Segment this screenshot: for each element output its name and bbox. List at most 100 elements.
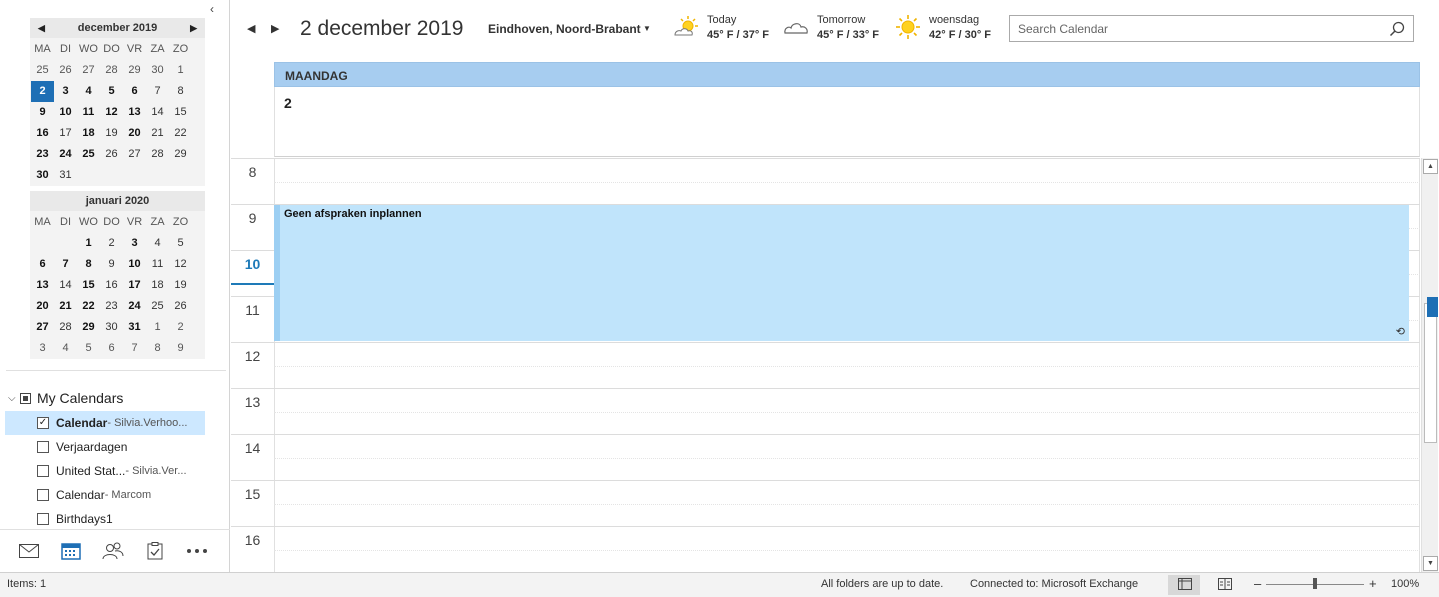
day-cell[interactable]: 28 (54, 317, 77, 338)
day-cell[interactable]: 7 (146, 81, 169, 102)
day-cell[interactable]: 10 (54, 102, 77, 123)
all-day-area[interactable]: 2 (274, 87, 1420, 157)
my-calendars-header[interactable]: ⌵ My Calendars (8, 388, 218, 408)
day-cell[interactable]: 20 (123, 123, 146, 144)
scroll-down-icon[interactable]: ▼ (1423, 556, 1438, 571)
day-cell[interactable]: 14 (146, 102, 169, 123)
day-cell[interactable]: 5 (169, 233, 192, 254)
hour-row[interactable]: 16 (231, 526, 1420, 572)
day-cell[interactable]: 19 (100, 123, 123, 144)
day-cell[interactable]: 26 (100, 144, 123, 165)
day-cell[interactable]: 30 (31, 165, 54, 186)
day-cell[interactable]: 23 (100, 296, 123, 317)
mail-icon[interactable] (8, 531, 50, 571)
calendar-checkbox[interactable] (37, 489, 49, 501)
hour-row[interactable]: 14 (231, 434, 1420, 481)
day-cell[interactable]: 9 (31, 102, 54, 123)
people-icon[interactable] (92, 531, 134, 571)
previous-day-icon[interactable]: ◀ (247, 22, 255, 35)
search-icon[interactable] (1389, 21, 1405, 37)
day-cell[interactable]: 3 (31, 338, 54, 359)
calendar-checkbox[interactable] (37, 441, 49, 453)
day-cell[interactable]: 20 (31, 296, 54, 317)
day-cell[interactable]: 30 (100, 317, 123, 338)
day-cell[interactable]: 8 (146, 338, 169, 359)
location-selector[interactable]: Eindhoven, Noord-Brabant (488, 22, 641, 36)
search-input[interactable]: Search Calendar (1009, 15, 1414, 42)
calendar-list-item[interactable]: Verjaardagen (5, 435, 205, 459)
day-column-header[interactable]: MAANDAG (274, 62, 1420, 87)
hour-row[interactable]: 12 (231, 342, 1420, 389)
day-cell[interactable]: 29 (123, 60, 146, 81)
calendar-checkbox[interactable] (37, 465, 49, 477)
more-icon[interactable] (176, 531, 218, 571)
calendar-list-item[interactable]: ✓ Calendar - Silvia.Verhoo... (5, 411, 205, 435)
appointment[interactable]: Geen afspraken inplannen ⟲ (274, 205, 1409, 341)
day-cell[interactable]: 13 (31, 275, 54, 296)
day-cell[interactable]: 21 (54, 296, 77, 317)
day-cell[interactable]: 16 (100, 275, 123, 296)
day-cell[interactable]: 3 (54, 81, 77, 102)
day-cell[interactable]: 6 (31, 254, 54, 275)
day-cell[interactable]: 15 (77, 275, 100, 296)
day-cell[interactable]: 25 (31, 60, 54, 81)
day-cell[interactable]: 27 (123, 144, 146, 165)
chevron-down-icon[interactable]: ⌵ (8, 393, 20, 404)
day-cell[interactable]: 15 (169, 102, 192, 123)
day-cell[interactable]: 31 (123, 317, 146, 338)
day-cell[interactable]: 30 (146, 60, 169, 81)
day-cell[interactable]: 22 (77, 296, 100, 317)
day-cell[interactable]: 21 (146, 123, 169, 144)
day-cell[interactable]: 31 (54, 165, 77, 186)
day-cell[interactable]: 5 (77, 338, 100, 359)
day-cell[interactable]: 26 (169, 296, 192, 317)
day-cell[interactable]: 27 (31, 317, 54, 338)
calendar-checkbox[interactable]: ✓ (37, 417, 49, 429)
tasks-icon[interactable] (134, 531, 176, 571)
day-cell[interactable]: 8 (77, 254, 100, 275)
scroll-thumb[interactable] (1424, 303, 1437, 443)
day-cell[interactable]: 25 (146, 296, 169, 317)
day-cell[interactable]: 13 (123, 102, 146, 123)
hour-row[interactable]: 13 (231, 388, 1420, 435)
calendar-list-item[interactable]: Calendar - Marcom (5, 483, 205, 507)
day-cell[interactable]: 4 (77, 81, 100, 102)
day-cell[interactable]: 6 (123, 81, 146, 102)
calendar-icon[interactable] (50, 531, 92, 571)
day-cell[interactable]: 3 (123, 233, 146, 254)
day-cell[interactable]: 16 (31, 123, 54, 144)
day-cell[interactable]: 1 (146, 317, 169, 338)
calendar-list-item[interactable]: Birthdays1 (5, 507, 205, 531)
day-cell[interactable]: 18 (146, 275, 169, 296)
time-grid[interactable]: 8 9 10 11 12 13 14 15 16 Geen afspraken inplanne… (231, 158, 1420, 572)
weather-tomorrow[interactable]: Tomorrow 45° F / 33° F (783, 14, 879, 41)
hour-row[interactable]: 8 (231, 158, 1420, 205)
day-cell[interactable]: 25 (77, 144, 100, 165)
zoom-out-button[interactable]: – (1254, 576, 1261, 591)
day-cell[interactable]: 6 (100, 338, 123, 359)
scroll-up-icon[interactable]: ▲ (1423, 159, 1438, 174)
hour-row[interactable]: 15 (231, 480, 1420, 527)
calendar-checkbox[interactable] (37, 513, 49, 525)
day-cell[interactable]: 9 (169, 338, 192, 359)
day-cell[interactable]: 4 (54, 338, 77, 359)
day-cell[interactable]: 17 (54, 123, 77, 144)
day-cell[interactable]: 27 (77, 60, 100, 81)
zoom-slider-thumb[interactable] (1313, 578, 1317, 589)
zoom-in-button[interactable]: + (1369, 576, 1377, 591)
reading-view-icon[interactable] (1218, 578, 1232, 590)
day-cell[interactable]: 28 (100, 60, 123, 81)
day-cell[interactable]: 12 (169, 254, 192, 275)
day-cell[interactable]: 2 (169, 317, 192, 338)
day-cell[interactable]: 5 (100, 81, 123, 102)
vertical-scrollbar[interactable]: ▲ ▼ (1421, 158, 1438, 572)
weather-today[interactable]: Today 45° F / 37° F (673, 14, 769, 41)
zoom-level[interactable]: 100% (1391, 578, 1419, 590)
day-cell[interactable]: 24 (123, 296, 146, 317)
day-cell[interactable]: 14 (54, 275, 77, 296)
day-cell[interactable]: 12 (100, 102, 123, 123)
calendar-list-item[interactable]: United Stat... - Silvia.Ver... (5, 459, 205, 483)
day-cell[interactable]: 11 (146, 254, 169, 275)
weather-woensdag[interactable]: woensdag 42° F / 30° F (895, 14, 991, 41)
chevron-down-icon[interactable]: ▼ (643, 24, 651, 33)
